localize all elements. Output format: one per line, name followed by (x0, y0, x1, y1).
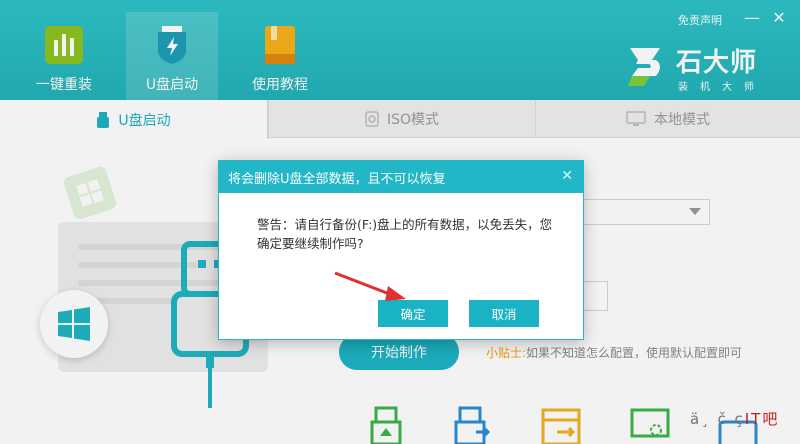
dialog-close-icon[interactable]: ✕ (561, 168, 573, 184)
dialog-title-text: 将会删除U盘全部数据，且不可以恢复 (228, 171, 446, 187)
dialog-message: 警告：请自行备份(F:)盘上的所有数据，以免丢失，您确定要继续制作吗? (257, 217, 553, 251)
confirm-button[interactable]: 确定 (378, 300, 448, 327)
dialog-title: 将会删除U盘全部数据，且不可以恢复 (219, 161, 583, 193)
confirm-dialog: 将会删除U盘全部数据，且不可以恢复 ✕ 警告：请自行备份(F:)盘上的所有数据，… (218, 160, 584, 340)
cancel-button[interactable]: 取消 (469, 300, 539, 327)
